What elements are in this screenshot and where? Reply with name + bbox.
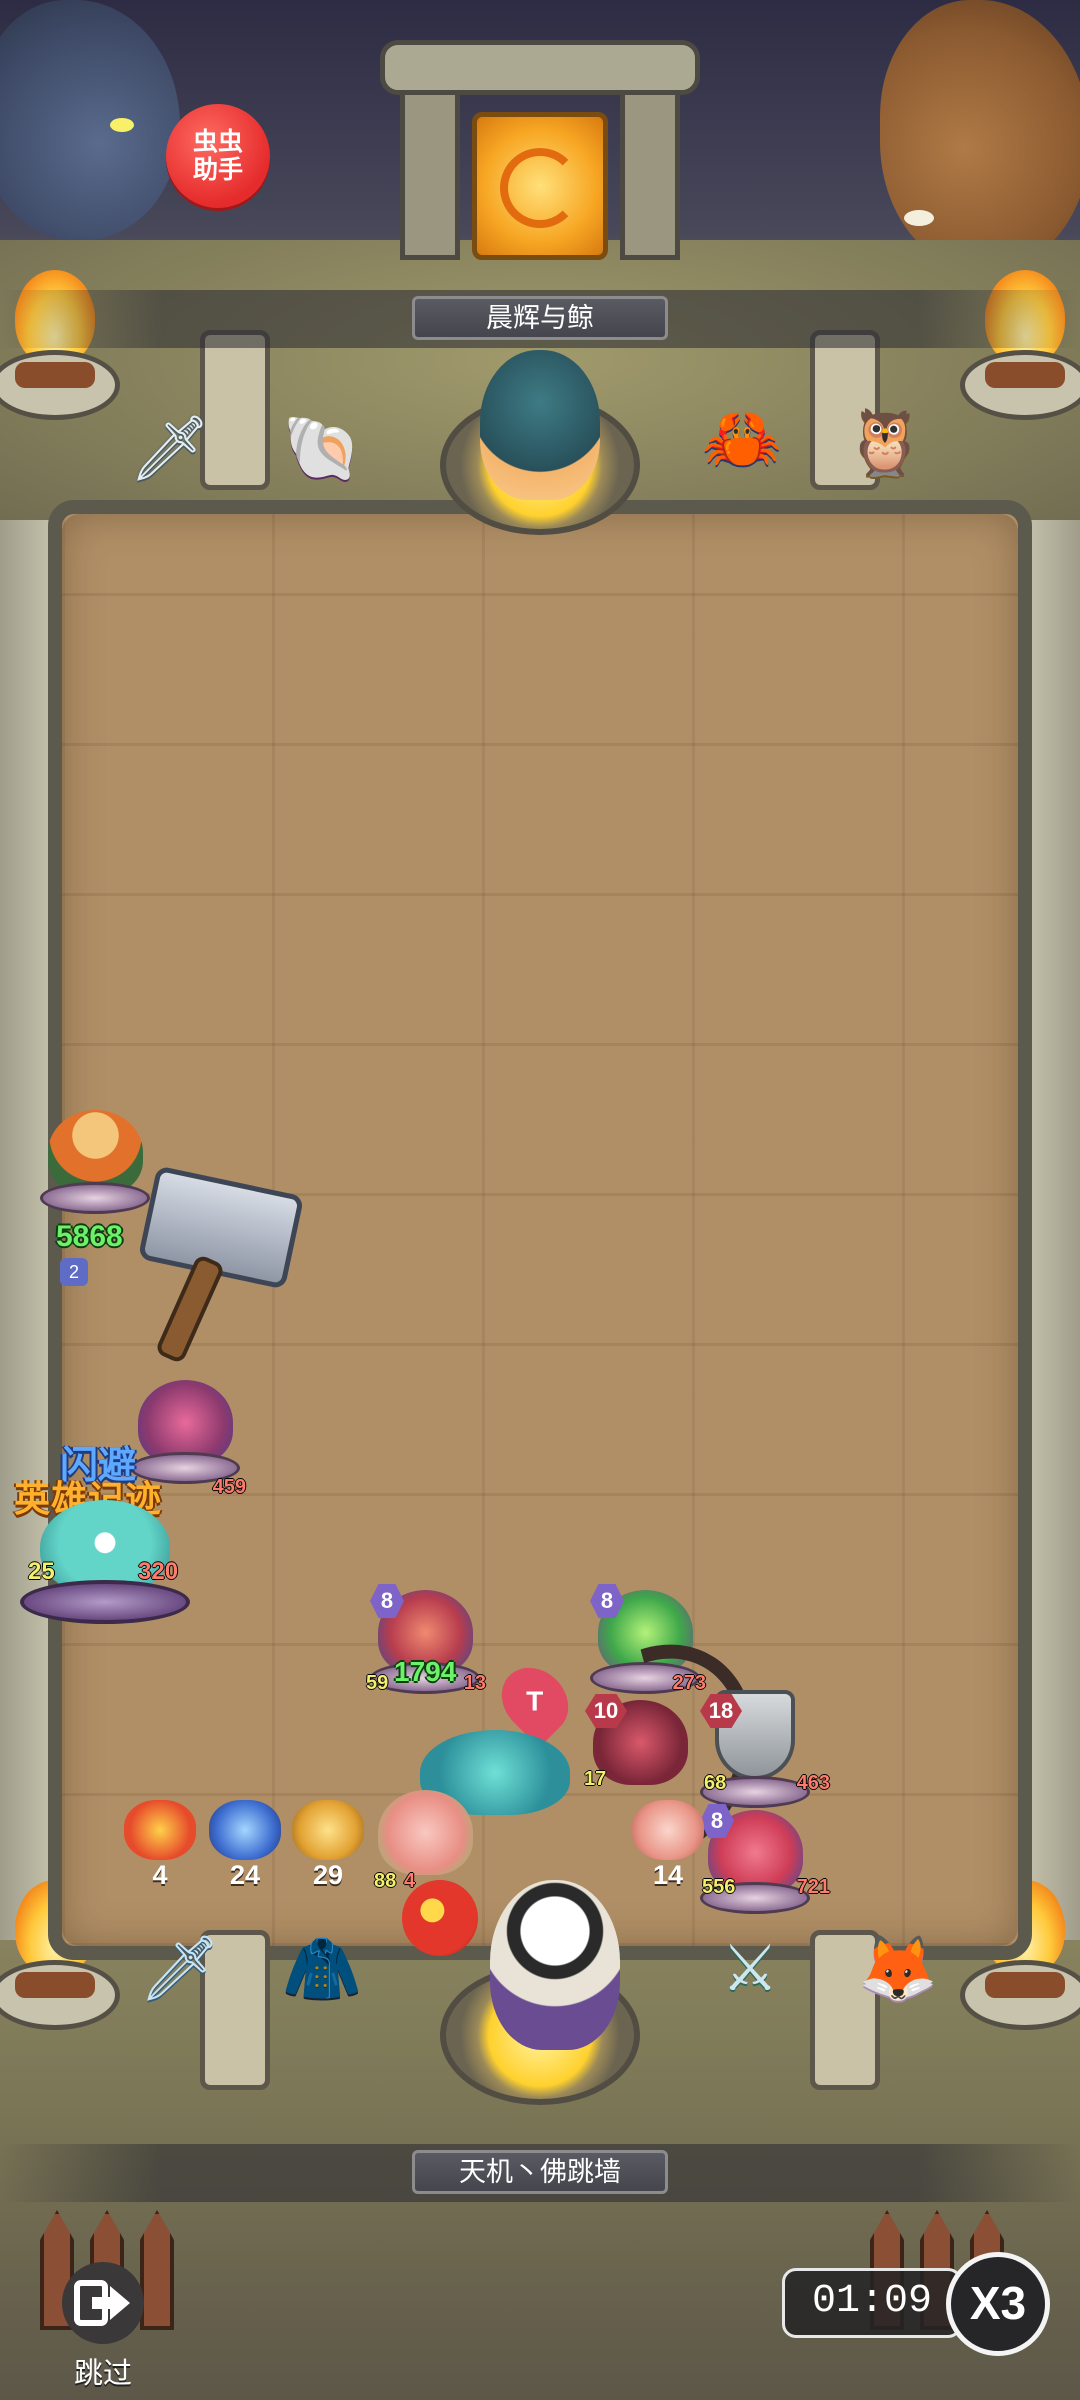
golden-frog-icon xyxy=(292,1800,364,1860)
left-boss-atk: 25 xyxy=(28,1558,55,1585)
mid-unit-atk: 17 xyxy=(584,1768,607,1790)
owl-icon[interactable]: 🦉 xyxy=(835,392,935,492)
blue-crab-icon[interactable]: 🦀 xyxy=(692,388,792,488)
hand-card-lion-dance[interactable]: 4 xyxy=(120,1800,200,1891)
boar-tusk xyxy=(904,210,934,226)
player-hero-avatar[interactable] xyxy=(490,1880,620,2050)
pig-icon xyxy=(632,1800,704,1860)
left-stack-hp: 459 xyxy=(212,1476,246,1498)
center-left-hp-big: 1794 xyxy=(394,1656,457,1687)
battle-timer: 01:09 xyxy=(782,2268,962,2338)
shield-unit-level: 18 xyxy=(700,1694,742,1728)
assistant-badge-label: 虫虫 助手 xyxy=(192,128,243,184)
portal-swirl-icon xyxy=(500,148,580,228)
bottom-right-hp: 721 xyxy=(796,1876,830,1898)
shield-unit-atk: 68 xyxy=(704,1772,727,1794)
skip-label: 跳过 xyxy=(73,2358,132,2390)
dark-coat-icon[interactable]: 🧥 xyxy=(272,1918,372,2018)
center-left-hp: 13 xyxy=(463,1672,486,1694)
hand-card-count: 29 xyxy=(312,1860,344,1890)
lion-dance-icon xyxy=(124,1800,196,1860)
player-name: 天机丶佛跳墙 xyxy=(412,2150,668,2194)
ice-sword-icon[interactable]: 🗡 xyxy=(130,1918,230,2018)
exit-arrow-icon xyxy=(62,2262,144,2344)
shield-unit-hp: 463 xyxy=(796,1772,830,1794)
mid-teal-unit[interactable]: 17 xyxy=(420,1730,610,1840)
hand-card-count: 24 xyxy=(229,1860,261,1890)
jade-dagger-icon[interactable]: 🗡 xyxy=(120,398,220,498)
hand-card-count: 4 xyxy=(152,1860,168,1890)
left-boss-hp: 320 xyxy=(138,1558,179,1585)
king-hero-unit[interactable]: 5868 2 xyxy=(40,1110,150,1286)
pink-shell-icon[interactable]: 🐚 xyxy=(272,398,372,498)
hand-card-blue-monster[interactable]: 24 xyxy=(205,1800,285,1891)
teal-sword-icon[interactable]: ⚔ xyxy=(700,1918,800,2018)
blue-monster-icon xyxy=(209,1800,281,1860)
assistant-badge[interactable]: 虫虫 助手 xyxy=(166,104,270,208)
bottom-right-unit[interactable]: 8 556 721 xyxy=(700,1804,830,1920)
skip-button[interactable]: 跳过 xyxy=(48,2262,158,2390)
center-left-unit[interactable]: 8 59 1794 13 xyxy=(366,1584,486,1700)
speed-toggle-button[interactable]: X3 xyxy=(946,2252,1050,2356)
opponent-hero-avatar[interactable] xyxy=(480,350,600,500)
hand-card-pig[interactable]: 14 xyxy=(628,1800,708,1891)
pig-unit-atk: 88 xyxy=(374,1870,397,1892)
white-fox-icon[interactable]: 🦊 xyxy=(848,1918,948,2018)
stone-gate xyxy=(380,40,700,260)
king-hero-hp: 5868 xyxy=(56,1220,123,1253)
wolf-eye xyxy=(110,118,134,132)
hand-card-count: 14 xyxy=(652,1860,684,1890)
shield-unit[interactable]: 18 68 463 xyxy=(700,1694,830,1810)
left-boss-unit[interactable]: 25 320 xyxy=(20,1500,190,1640)
hand-card-golden-frog[interactable]: 29 xyxy=(288,1800,368,1891)
opponent-name: 晨辉与鲸 xyxy=(412,296,668,340)
center-left-atk: 59 xyxy=(366,1672,389,1694)
boar-creature xyxy=(880,0,1080,270)
red-mask-companion[interactable] xyxy=(402,1880,478,1956)
king-hero-level: 2 xyxy=(60,1258,88,1286)
